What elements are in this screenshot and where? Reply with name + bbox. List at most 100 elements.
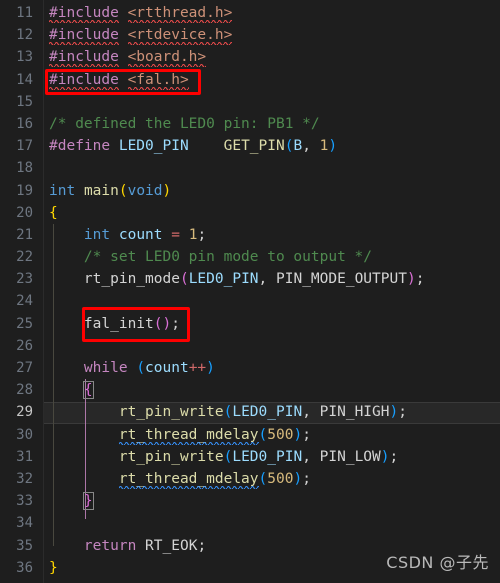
code-text: fal_init(); <box>49 313 180 335</box>
control-keyword: while <box>83 360 128 376</box>
line-number: 12 <box>16 27 33 44</box>
code-text: #include <fal.h> <box>49 69 189 91</box>
paren-open: ( <box>258 470 268 487</box>
comment-text: /* set LED0 pin mode to output */ <box>83 249 373 266</box>
call-arg-2: PIN_MODE_OUTPUT <box>276 271 407 288</box>
code-line-18[interactable]: 18 <box>0 157 500 179</box>
line-number: 25 <box>16 315 33 332</box>
code-text: int count = 1; <box>49 224 206 246</box>
code-text: #define LED0_PIN GET_PIN(B, 1) <box>49 135 337 157</box>
line-number: 11 <box>16 5 33 21</box>
header-name: <rtdevice.h> <box>127 27 233 44</box>
macro-arg-1: B <box>293 138 303 155</box>
line-number: 18 <box>16 160 33 177</box>
code-line-26[interactable]: 26 <box>0 335 500 357</box>
code-line-24[interactable]: 24 <box>0 290 500 312</box>
code-text: rt_pin_mode(LED0_PIN, PIN_MODE_OUTPUT); <box>49 268 425 290</box>
line-number: 31 <box>16 448 33 465</box>
line-number: 30 <box>16 426 33 443</box>
code-line-21[interactable]: 21 int count = 1; <box>0 224 500 246</box>
line-number: 33 <box>16 493 33 510</box>
code-text: return RT_EOK; <box>49 535 206 557</box>
code-line-25[interactable]: 25 fal_init(); <box>0 313 500 335</box>
call-arg-1: 500 <box>267 426 294 443</box>
paren-open: ( <box>153 315 163 332</box>
brace-open-main: { <box>49 204 58 221</box>
code-line-15[interactable]: 15 <box>0 91 500 113</box>
semicolon: ; <box>302 426 311 443</box>
code-line-14[interactable]: 14 #include <fal.h> <box>0 69 500 91</box>
line-number: 32 <box>16 470 33 487</box>
call-arg-2: PIN_LOW <box>319 448 381 465</box>
code-line-11[interactable]: 11 #include <rtthread.h> <box>0 2 500 24</box>
type-keyword: int <box>49 182 76 199</box>
function-call: rt_pin_write <box>118 448 224 465</box>
paren-close: ) <box>380 448 390 465</box>
line-number: 23 <box>16 271 33 288</box>
code-lines: 11 #include <rtthread.h> 12 #include <rt… <box>0 2 500 579</box>
comma: , <box>302 448 320 465</box>
code-text: /* set LED0 pin mode to output */ <box>49 246 372 268</box>
paren-close: ) <box>328 138 338 155</box>
call-arg-1: LED0_PIN <box>232 404 303 421</box>
code-line-17[interactable]: 17 #define LED0_PIN GET_PIN(B, 1) <box>0 135 500 157</box>
function-call: rt_thread_mdelay <box>118 470 259 487</box>
macro-call: GET_PIN <box>223 138 285 155</box>
call-arg-1: LED0_PIN <box>188 271 259 288</box>
code-line-30[interactable]: 30 rt_thread_mdelay(500); <box>0 424 500 446</box>
code-text: #include <board.h> <box>49 46 206 68</box>
comma: , <box>302 404 320 421</box>
paren-close: ) <box>406 271 416 288</box>
paren-close: ) <box>206 360 215 376</box>
code-line-22[interactable]: 22 /* set LED0 pin mode to output */ <box>0 246 500 268</box>
code-line-33[interactable]: 33 } <box>0 490 500 512</box>
line-number: 13 <box>16 49 33 66</box>
code-line-29[interactable]: 29 rt_pin_write(LED0_PIN, PIN_HIGH); <box>0 401 500 423</box>
comma: , <box>258 271 276 288</box>
code-line-32[interactable]: 32 rt_thread_mdelay(500); <box>0 468 500 490</box>
code-line-31[interactable]: 31 rt_pin_write(LED0_PIN, PIN_LOW); <box>0 446 500 468</box>
paren-close: ) <box>389 404 399 421</box>
line-number: 34 <box>16 515 33 532</box>
code-line-13[interactable]: 13 #include <board.h> <box>0 46 500 68</box>
line-number: 28 <box>16 382 33 399</box>
preprocessor-directive: #define <box>49 138 111 155</box>
code-line-12[interactable]: 12 #include <rtdevice.h> <box>0 24 500 46</box>
code-line-20[interactable]: 20 { <box>0 202 500 224</box>
macro-name: LED0_PIN <box>118 138 189 155</box>
comma: , <box>302 138 320 155</box>
line-number: 21 <box>16 226 33 243</box>
code-text: rt_thread_mdelay(500); <box>49 424 311 446</box>
code-line-23[interactable]: 23 rt_pin_mode(LED0_PIN, PIN_MODE_OUTPUT… <box>0 268 500 290</box>
paren-open: ( <box>136 360 146 376</box>
code-line-34[interactable]: 34 <box>0 512 500 534</box>
code-text: rt_thread_mdelay(500); <box>49 468 311 490</box>
header-name: <fal.h> <box>127 71 189 88</box>
line-number: 24 <box>16 293 33 310</box>
paren-close: ) <box>162 315 172 332</box>
variable-name: count <box>118 226 163 243</box>
semicolon: ; <box>197 226 207 243</box>
call-arg-1: LED0_PIN <box>232 448 303 465</box>
paren-open: ( <box>258 426 268 443</box>
code-line-27[interactable]: 27 while (count++) <box>0 357 500 379</box>
code-editor[interactable]: 11 #include <rtthread.h> 12 #include <rt… <box>0 0 500 583</box>
paren-close: ) <box>293 470 303 487</box>
code-line-16[interactable]: 16 /* defined the LED0 pin: PB1 */ <box>0 113 500 135</box>
semicolon: ; <box>171 315 180 332</box>
function-call: rt_thread_mdelay <box>118 426 259 443</box>
header-name: <board.h> <box>127 49 207 66</box>
code-line-28[interactable]: 28 { <box>0 379 500 401</box>
line-number: 27 <box>16 360 33 376</box>
code-line-19[interactable]: 19 int main(void) <box>0 180 500 202</box>
